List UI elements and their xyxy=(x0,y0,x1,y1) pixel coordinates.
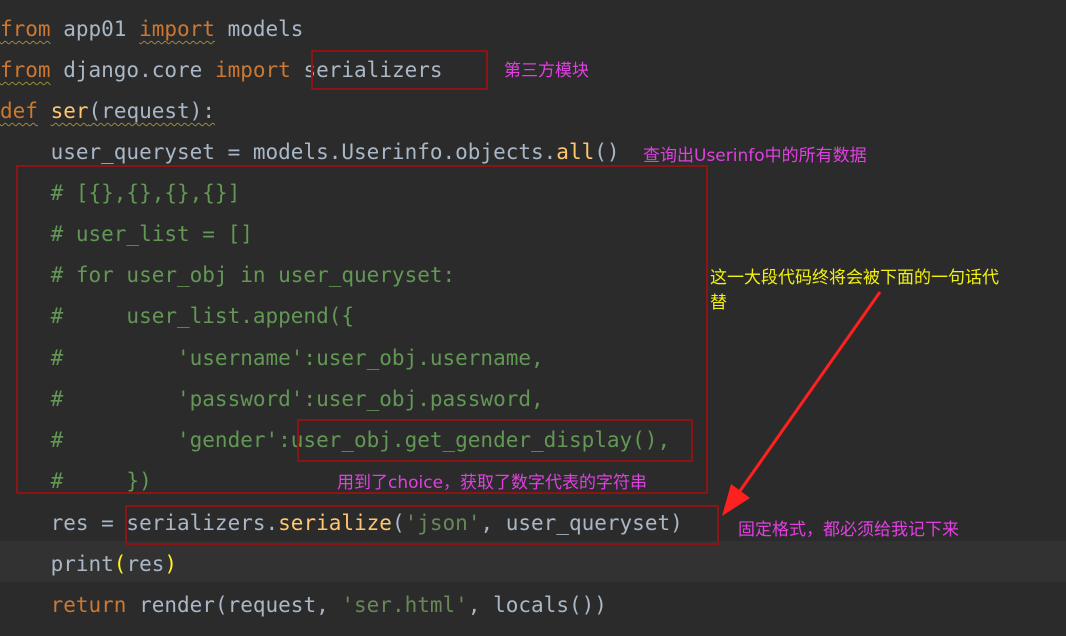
code-line-15[interactable]: return render(request, 'ser.html', local… xyxy=(0,585,607,626)
keyword-import: import xyxy=(214,58,291,82)
code-line-11[interactable]: # 'gender':user_obj.get_gender_display()… xyxy=(0,420,671,461)
code-line-10[interactable]: # 'password':user_obj.password, xyxy=(0,379,544,420)
code-text: () xyxy=(594,140,620,164)
code-line-6[interactable]: # user_list = [] xyxy=(0,214,253,255)
code-line-4[interactable]: user_queryset = models.Userinfo.objects.… xyxy=(0,132,620,173)
code-text: , user_queryset) xyxy=(480,511,683,535)
string-literal: 'json' xyxy=(404,511,481,535)
code-line-2[interactable]: from django.core import serializers xyxy=(0,50,443,91)
code-line-9[interactable]: # 'username':user_obj.username, xyxy=(0,338,544,379)
matched-paren: ( xyxy=(113,552,127,576)
code-line-8[interactable]: # user_list.append({ xyxy=(0,296,354,337)
method-serialize: serialize xyxy=(278,511,392,535)
function-args: (request): xyxy=(88,99,215,123)
annotation-query-all: 查询出Userinfo中的所有数据 xyxy=(643,146,867,166)
annotation-third-party: 第三方模块 xyxy=(504,61,589,81)
annotation-choice-note: 用到了choice，获取了数字代表的字符串 xyxy=(337,473,648,493)
code-text: , locals()) xyxy=(467,593,607,617)
matched-paren: ) xyxy=(164,552,178,576)
import-target: serializers xyxy=(290,58,443,82)
paren: ( xyxy=(391,511,405,535)
string-literal: 'ser.html' xyxy=(341,593,468,617)
builtin-print: print xyxy=(0,552,114,576)
code-text: render(request, xyxy=(126,593,342,617)
annotation-fixed-format: 固定格式，都必须给我记下来 xyxy=(738,520,959,540)
method-all: all xyxy=(556,140,595,164)
code-text: res xyxy=(126,552,165,576)
annotation-replaced-line2: 替 xyxy=(710,293,727,313)
code-line-7[interactable]: # for user_obj in user_queryset: xyxy=(0,255,456,296)
keyword-from: from xyxy=(0,58,51,82)
module-name: app01 xyxy=(50,17,140,41)
code-line-3[interactable]: def ser(request): xyxy=(0,91,215,132)
code-line-14[interactable]: print(res) xyxy=(0,544,177,585)
keyword-return: return xyxy=(0,593,127,617)
function-name: ser xyxy=(50,99,89,123)
code-line-12[interactable]: # }) xyxy=(0,461,152,502)
annotation-replaced-line1: 这一大段代码终将会被下面的一句话代 xyxy=(710,268,999,288)
code-text: res = serializers. xyxy=(0,511,279,535)
keyword-from: from xyxy=(0,17,51,41)
code-line-5[interactable]: # [{},{},{},{}] xyxy=(0,173,241,214)
code-line-1[interactable]: from app01 import models xyxy=(0,9,303,50)
import-target: models xyxy=(214,17,304,41)
keyword-import: import xyxy=(139,17,215,41)
code-text: user_queryset = models.Userinfo.objects. xyxy=(0,140,557,164)
keyword-def: def xyxy=(0,99,38,123)
module-name: django.core xyxy=(50,58,215,82)
code-line-13[interactable]: res = serializers.serialize('json', user… xyxy=(0,503,683,544)
code-editor[interactable]: from app01 import models from django.cor… xyxy=(0,0,1066,636)
